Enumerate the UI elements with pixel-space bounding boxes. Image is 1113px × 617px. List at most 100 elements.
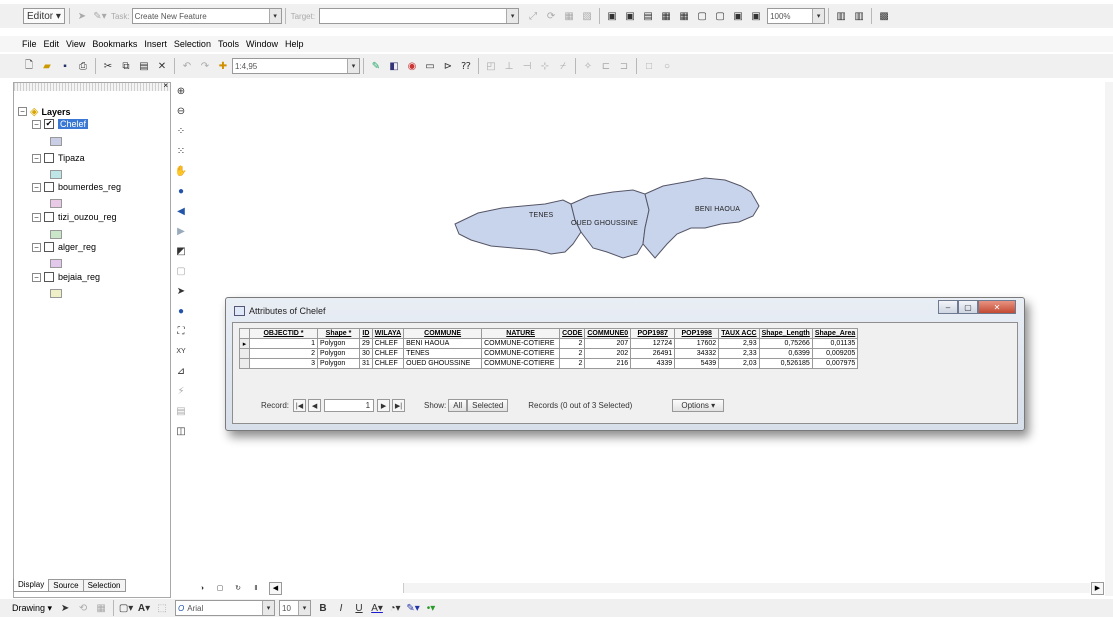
layout-tool-icon-10[interactable]: ▥ bbox=[833, 8, 849, 24]
layer-name[interactable]: boumerdes_reg bbox=[58, 182, 121, 192]
table-cell[interactable]: BENI HAOUA bbox=[403, 338, 483, 349]
layout-tool-icon-2[interactable]: ▣ bbox=[622, 8, 638, 24]
sketch-tool-icon[interactable]: ✎▾ bbox=[92, 8, 108, 24]
layout-tool-icon-12[interactable]: ▩ bbox=[876, 8, 892, 24]
menu-insert[interactable]: Insert bbox=[144, 39, 167, 49]
table-cell[interactable]: 30 bbox=[359, 348, 373, 359]
marker-color-icon[interactable]: •▾ bbox=[423, 600, 439, 616]
snap-icon-7[interactable]: ⊏ bbox=[598, 58, 614, 74]
table-of-contents-icon[interactable]: ◧ bbox=[386, 58, 402, 74]
table-cell[interactable]: 3 bbox=[249, 358, 318, 369]
table-cell[interactable]: 2,03 bbox=[718, 358, 760, 369]
table-cell[interactable]: 2 bbox=[249, 348, 318, 359]
previous-record-icon[interactable]: ◀ bbox=[308, 399, 322, 412]
maximize-icon[interactable]: ▢ bbox=[958, 300, 978, 314]
col-header[interactable]: OBJECTID * bbox=[249, 328, 318, 339]
table-cell[interactable]: 2 bbox=[559, 338, 586, 349]
close-icon[interactable]: ✕ bbox=[978, 300, 1016, 314]
horizontal-scrollbar[interactable] bbox=[403, 583, 1090, 593]
sketch-properties-icon[interactable]: ▧ bbox=[579, 8, 595, 24]
paste-icon[interactable]: ▤ bbox=[136, 58, 152, 74]
tab-source[interactable]: Source bbox=[48, 579, 84, 592]
table-cell[interactable]: Polygon bbox=[317, 358, 360, 369]
layers-root[interactable]: − ◈ Layers bbox=[18, 105, 71, 118]
layer-name[interactable]: tizi_ouzou_reg bbox=[58, 212, 117, 222]
zoom-whole-page-icon[interactable]: ▦ bbox=[93, 600, 109, 616]
clear-selection-icon[interactable]: ▢ bbox=[174, 264, 188, 278]
go-to-xy-icon[interactable]: XY bbox=[174, 344, 188, 358]
snap-icon-6[interactable]: ✧ bbox=[580, 58, 596, 74]
layer-checkbox[interactable] bbox=[44, 272, 54, 282]
layout-tool-icon-8[interactable]: ▣ bbox=[730, 8, 746, 24]
find-binoculars-icon[interactable]: ⛶ bbox=[174, 324, 188, 338]
task-combo[interactable]: Create New Feature ▾ bbox=[131, 8, 282, 24]
layout-tool-icon-9[interactable]: ▣ bbox=[748, 8, 764, 24]
menu-edit[interactable]: Edit bbox=[44, 39, 60, 49]
font-size-combo[interactable]: 10 ▾ bbox=[279, 600, 312, 616]
layout-tool-icon-3[interactable]: ▤ bbox=[640, 8, 656, 24]
minimize-icon[interactable]: – bbox=[938, 300, 958, 314]
layer-boumerdes[interactable]: − boumerdes_reg bbox=[32, 182, 121, 192]
table-cell[interactable]: 2,93 bbox=[718, 338, 760, 349]
table-cell[interactable]: 12724 bbox=[630, 338, 676, 349]
whats-this-icon[interactable]: ⁇ bbox=[458, 58, 474, 74]
redo-icon[interactable]: ↷ bbox=[197, 58, 213, 74]
layer-checkbox[interactable] bbox=[44, 212, 54, 222]
identify-icon[interactable]: ● bbox=[174, 304, 188, 318]
toc-close-icon[interactable]: × bbox=[163, 81, 168, 90]
table-cell[interactable]: 31 bbox=[359, 358, 373, 369]
attribute-table-window[interactable]: Attributes of Chelef – ▢ ✕ OBJECTID * Sh… bbox=[225, 297, 1025, 431]
collapse-icon[interactable]: − bbox=[18, 107, 27, 116]
table-cell[interactable]: 34332 bbox=[674, 348, 720, 359]
record-number-input[interactable]: 1 bbox=[324, 399, 375, 412]
table-cell[interactable]: 4339 bbox=[630, 358, 676, 369]
table-cell[interactable]: 216 bbox=[584, 358, 632, 369]
drawing-menu-button[interactable]: Drawing ▾ bbox=[12, 603, 52, 614]
layer-swatch[interactable] bbox=[50, 230, 62, 239]
edit-vertices-icon[interactable]: ⬚ bbox=[154, 600, 170, 616]
col-header[interactable]: POP1998 bbox=[674, 328, 720, 339]
table-cell[interactable]: OUED GHOUSSINE bbox=[403, 358, 483, 369]
layout-view-icon[interactable]: ▢ bbox=[212, 580, 228, 596]
collapse-icon[interactable]: − bbox=[32, 153, 41, 163]
col-header[interactable]: Shape_Length bbox=[758, 328, 813, 339]
search-window-icon[interactable]: ▭ bbox=[422, 58, 438, 74]
table-cell[interactable]: 1 bbox=[249, 338, 318, 349]
delete-icon[interactable]: ✕ bbox=[154, 58, 170, 74]
menu-selection[interactable]: Selection bbox=[174, 39, 211, 49]
row-selector-current-icon[interactable]: ▸ bbox=[239, 338, 250, 349]
layer-tipaza[interactable]: − Tipaza bbox=[32, 153, 85, 163]
layer-swatch[interactable] bbox=[50, 259, 62, 268]
save-icon[interactable]: ▪ bbox=[57, 58, 73, 74]
layer-tizi-ouzou[interactable]: − tizi_ouzou_reg bbox=[32, 212, 117, 222]
data-view-icon[interactable]: ◑ bbox=[194, 580, 210, 596]
zoom-combo[interactable]: 100% ▾ bbox=[767, 8, 826, 24]
table-cell[interactable]: 0,6399 bbox=[758, 348, 813, 359]
back-arrow-icon[interactable]: ◀ bbox=[174, 204, 188, 218]
next-record-icon[interactable]: ▶ bbox=[377, 399, 391, 412]
hyperlink-icon[interactable]: ⚡ bbox=[174, 384, 188, 398]
table-cell[interactable]: COMMUNE-COTIERE bbox=[481, 348, 561, 359]
attributes-edit-icon[interactable]: ▦ bbox=[561, 8, 577, 24]
table-cell[interactable]: COMMUNE-COTIERE bbox=[481, 338, 561, 349]
row-selector[interactable] bbox=[239, 358, 250, 369]
row-selector[interactable] bbox=[239, 348, 250, 359]
menu-view[interactable]: View bbox=[66, 39, 85, 49]
snap-icon-3[interactable]: ⊣ bbox=[519, 58, 535, 74]
table-cell[interactable]: 0,526185 bbox=[758, 358, 813, 369]
layer-chelef[interactable]: − ✔ Chelef bbox=[32, 119, 89, 129]
map-vertical-scrollbar[interactable] bbox=[1105, 82, 1113, 596]
snap-icon-4[interactable]: ⊹ bbox=[537, 58, 553, 74]
menu-file[interactable]: File bbox=[22, 39, 37, 49]
target-combo[interactable]: ▾ bbox=[319, 8, 520, 24]
layout-tool-icon-5[interactable]: ▦ bbox=[676, 8, 692, 24]
polygon-beni-haoua[interactable] bbox=[642, 177, 760, 259]
col-header[interactable]: ID bbox=[359, 328, 373, 339]
menu-bookmarks[interactable]: Bookmarks bbox=[92, 39, 137, 49]
menu-tools[interactable]: Tools bbox=[218, 39, 239, 49]
table-cell[interactable]: 2 bbox=[559, 358, 586, 369]
collapse-icon[interactable]: − bbox=[32, 272, 41, 282]
scale-combo[interactable]: 1:4,95 ▾ bbox=[232, 58, 360, 74]
col-header[interactable]: COMMUNE0 bbox=[584, 328, 632, 339]
copy-icon[interactable]: ⧉ bbox=[118, 58, 134, 74]
